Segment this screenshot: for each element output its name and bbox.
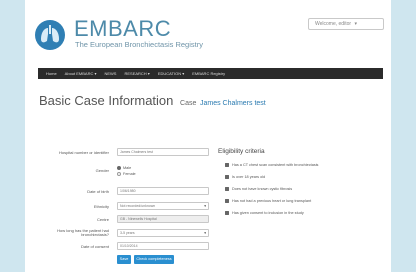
brand-title: EMBARC [74, 16, 172, 41]
duration-value: 3-5 years [120, 231, 135, 235]
nav-home[interactable]: Home [46, 71, 57, 76]
criterion-item[interactable]: Is over 18 years old [225, 175, 265, 179]
checkbox[interactable] [225, 175, 229, 179]
gender-label: Gender [95, 168, 109, 173]
criterion-label: Has given consent to inclusion in the st… [232, 211, 304, 215]
gender-male-label: Male [123, 166, 132, 170]
lungs-icon [41, 25, 59, 43]
checkbox[interactable] [225, 199, 229, 203]
criterion-item[interactable]: Does not have known cystic fibrosis [225, 187, 292, 191]
nav-education[interactable]: EDUCATION ▾ [158, 71, 184, 76]
case-prefix: Case [180, 100, 197, 107]
consent-date-input[interactable]: 01/10/2014 [117, 242, 209, 250]
ethnicity-select[interactable]: Not recorded/unknown ▾ [117, 202, 209, 210]
centre-input: GB - Ninewells Hospital [117, 215, 209, 223]
criterion-item[interactable]: Has a CT chest scan consistent with bron… [225, 163, 318, 167]
nav-registry[interactable]: EMBARC Registry [192, 71, 225, 76]
checkbox[interactable] [225, 163, 229, 167]
centre-label: Centre [96, 217, 109, 222]
nav-about[interactable]: About EMBARC ▾ [65, 71, 97, 76]
criterion-label: Does not have known cystic fibrosis [232, 187, 293, 191]
eligibility-title: Eligibility criteria [218, 148, 265, 155]
user-menu[interactable]: Welcome, editor ▾ [308, 18, 384, 30]
gender-male-option[interactable]: Male [117, 166, 131, 170]
chevron-down-icon: ▾ [204, 204, 206, 208]
dob-label: Date of birth [87, 189, 109, 194]
radio-male[interactable] [117, 166, 121, 170]
consent-label: Date of consent [80, 244, 109, 249]
dob-input[interactable]: 1/06/1980 [117, 187, 209, 195]
ethnicity-label: Ethnicity [93, 204, 109, 209]
criterion-label: Has a CT chest scan consistent with bron… [232, 163, 319, 167]
case-name-link[interactable]: James Chalmers test [200, 100, 266, 107]
check-completeness-button[interactable]: Check completeness [134, 255, 174, 264]
user-menu-label: Welcome, editor [315, 21, 352, 27]
ethnicity-value: Not recorded/unknown [120, 204, 156, 208]
nav-research[interactable]: RESEARCH ▾ [124, 71, 149, 76]
criterion-item[interactable]: Has not had a previous heart or lung tra… [225, 199, 311, 203]
brand-subtitle: The European Bronchiectasis Registry [75, 40, 203, 49]
criterion-item[interactable]: Has given consent to inclusion in the st… [225, 211, 304, 215]
criterion-label: Is over 18 years old [232, 175, 266, 179]
main-navbar: Home About EMBARC ▾ NEWS RESEARCH ▾ EDUC… [38, 68, 383, 79]
page-title-text: Basic Case Information [39, 93, 174, 108]
page-title: Basic Case Information Case James Chalme… [39, 93, 266, 108]
nav-news[interactable]: NEWS [104, 71, 116, 76]
save-button[interactable]: Save [117, 255, 131, 264]
embarc-logo [35, 20, 65, 50]
checkbox[interactable] [225, 187, 229, 191]
criterion-label: Has not had a previous heart or lung tra… [232, 199, 312, 203]
chevron-down-icon: ▾ [204, 231, 206, 235]
duration-label: How long has the patient had bronchiecta… [57, 228, 109, 237]
hospital-input[interactable]: James Chalmers test [117, 148, 209, 156]
gender-female-label: Female [123, 172, 136, 176]
radio-female[interactable] [117, 172, 121, 176]
page-container: EMBARC The European Bronchiectasis Regis… [25, 0, 391, 272]
checkbox[interactable] [225, 211, 229, 215]
chevron-down-icon: ▾ [354, 21, 357, 27]
hospital-label: Hospital number or identifier [58, 150, 109, 155]
gender-female-option[interactable]: Female [117, 172, 136, 176]
duration-select[interactable]: 3-5 years ▾ [117, 229, 209, 237]
